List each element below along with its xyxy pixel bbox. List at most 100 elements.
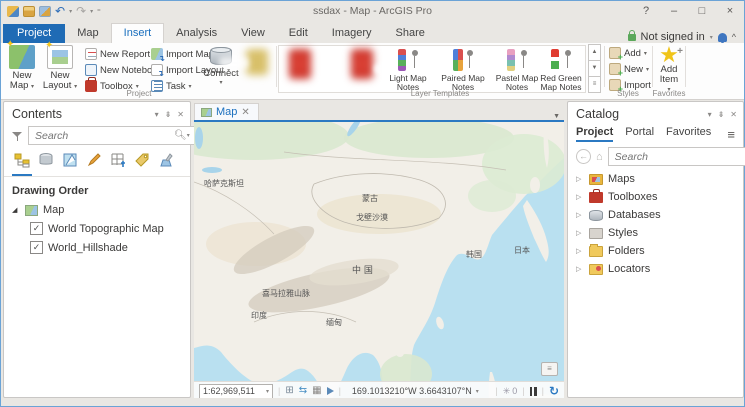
undo-caret-icon[interactable]: ▾ — [69, 8, 72, 15]
catalog-item-folders[interactable]: ▷ Folders — [568, 242, 743, 260]
group-label-layer-templates: Layer Templates — [278, 89, 602, 98]
styles-add-button[interactable]: Add▾ — [609, 47, 647, 59]
catalog-tab-portal[interactable]: Portal — [625, 126, 654, 142]
close-tab-icon[interactable]: ✕ — [241, 107, 249, 118]
pin-icon[interactable]: ⇟ — [165, 110, 172, 119]
layer-checkbox[interactable]: ✓ — [30, 241, 43, 254]
map-view-tab[interactable]: Map ✕ — [194, 103, 259, 120]
catalog-item-locators[interactable]: ▷ Locators — [568, 260, 743, 278]
close-pane-icon[interactable]: ✕ — [177, 110, 184, 119]
expander-icon[interactable]: ▷ — [576, 175, 584, 183]
fixed-zoom-icon[interactable]: ⇆ — [299, 385, 307, 397]
back-icon[interactable]: ← — [576, 149, 591, 164]
catalog-item-maps[interactable]: ▷ Maps — [568, 170, 743, 188]
tab-analysis[interactable]: Analysis — [164, 24, 229, 43]
notifications-icon[interactable] — [718, 33, 727, 42]
maps-icon — [589, 174, 603, 185]
tab-insert[interactable]: Insert — [111, 23, 165, 43]
view-list-caret-icon[interactable]: ▼ — [553, 113, 564, 120]
tab-view[interactable]: View — [229, 24, 277, 43]
new-map-view-icon[interactable]: ⊞ — [285, 385, 293, 397]
redo-button[interactable]: ↷ — [76, 6, 86, 16]
ribbon-tab-bar: Project Map Insert Analysis View Edit Im… — [1, 21, 744, 43]
coords-caret-icon: ▾ — [476, 388, 479, 395]
attribution-icon[interactable]: ≡ — [541, 362, 558, 376]
busy-icon: ✳ — [503, 386, 511, 397]
pause-drawing-icon[interactable] — [530, 387, 537, 396]
add-item-button[interactable]: ★ Add Item ▾ — [653, 45, 685, 95]
help-button[interactable]: ? — [632, 1, 660, 21]
scale-dropdown[interactable]: 1:62,969,511 ▾ — [199, 384, 273, 399]
new-report-icon — [85, 48, 97, 60]
close-pane-icon[interactable]: ✕ — [730, 110, 737, 119]
catalog-item-databases[interactable]: ▷ Databases — [568, 206, 743, 224]
list-by-selection-icon[interactable] — [60, 151, 80, 176]
catalog-tab-favorites[interactable]: Favorites — [666, 126, 711, 142]
expander-icon[interactable]: ▷ — [576, 229, 584, 237]
pane-menu-icon[interactable]: ▾ — [708, 110, 712, 119]
light-map-notes-button[interactable]: Light Map Notes — [382, 48, 434, 92]
undo-button[interactable]: ↶ — [55, 6, 65, 16]
layer-label: World Topographic Map — [48, 223, 164, 235]
expander-icon[interactable]: ▷ — [576, 265, 584, 273]
map-canvas[interactable]: 哈萨克斯坦 蒙古 戈壁沙漠 中 国 喜马拉雅山脉 印度 缅甸 韩国 日本 ≡ 1… — [194, 122, 564, 400]
red-green-map-notes-button[interactable]: Red Green Map Notes — [535, 48, 587, 92]
map-label: 蒙古 — [362, 193, 378, 204]
styles-new-button[interactable]: New▾ — [609, 63, 649, 75]
tree-item-map[interactable]: ◢ Map — [4, 201, 190, 219]
flash-navigate-icon[interactable] — [327, 387, 334, 395]
map-item-icon — [25, 205, 38, 216]
tab-edit[interactable]: Edit — [277, 24, 320, 43]
expander-icon[interactable]: ▷ — [576, 193, 584, 201]
collapse-ribbon-icon[interactable]: ^ — [732, 32, 736, 42]
search-icon[interactable]: 🔍︎ — [174, 130, 187, 141]
gallery-scroll-up-icon[interactable]: ▲ — [588, 44, 601, 61]
tab-imagery[interactable]: Imagery — [320, 24, 384, 43]
expander-icon[interactable]: ◢ — [12, 206, 20, 214]
refresh-icon[interactable]: ↻ — [549, 384, 559, 398]
tree-item-layer[interactable]: ✓ World Topographic Map — [4, 219, 190, 238]
filter-icon[interactable] — [12, 131, 23, 141]
list-by-drawing-order-icon[interactable] — [12, 151, 32, 176]
maximize-button[interactable]: □ — [688, 1, 716, 21]
new-layout-button[interactable]: New Layout ▾ — [41, 45, 79, 92]
sign-in-caret-icon[interactable]: ▾ — [710, 34, 713, 41]
list-by-snapping-icon[interactable] — [108, 151, 128, 176]
list-by-labeling-icon[interactable] — [132, 151, 152, 176]
save-icon[interactable] — [39, 6, 51, 17]
new-report-button[interactable]: New Report▾ — [85, 48, 156, 60]
expander-icon[interactable]: ▷ — [576, 211, 584, 219]
layer-checkbox[interactable]: ✓ — [30, 222, 43, 235]
list-by-data-source-icon[interactable] — [36, 151, 56, 176]
contents-search-input[interactable] — [33, 129, 174, 143]
coordinate-display[interactable]: 169.1013210°W 3.6643107°N ▾ — [352, 386, 479, 396]
paired-map-notes-button[interactable]: Paired Map Notes — [437, 48, 489, 92]
tab-share[interactable]: Share — [384, 24, 437, 43]
pane-menu-icon[interactable]: ▾ — [155, 110, 159, 119]
catalog-item-toolboxes[interactable]: ▷ Toolboxes — [568, 188, 743, 206]
home-icon[interactable]: ⌂ — [596, 151, 603, 163]
new-map-button[interactable]: New Map ▾ — [3, 45, 41, 92]
map-label: 印度 — [251, 310, 267, 321]
expander-icon[interactable]: ▷ — [576, 247, 584, 255]
new-map-icon — [9, 45, 35, 69]
save-project-icon[interactable] — [7, 6, 19, 17]
grid-icon[interactable]: ▦ — [312, 385, 321, 397]
tab-map[interactable]: Map — [65, 24, 110, 43]
list-by-perspective-icon[interactable] — [156, 151, 176, 176]
minimize-button[interactable]: – — [660, 1, 688, 21]
catalog-tab-project[interactable]: Project — [576, 126, 613, 142]
tree-item-layer[interactable]: ✓ World_Hillshade — [4, 238, 190, 257]
customize-qat-icon[interactable]: = — [97, 8, 101, 14]
close-button[interactable]: × — [716, 1, 744, 21]
pin-icon[interactable]: ⇟ — [718, 110, 725, 119]
menu-icon[interactable]: ≡ — [727, 127, 735, 142]
catalog-item-styles[interactable]: ▷ Styles — [568, 224, 743, 242]
gallery-scroll-down-icon[interactable]: ▼ — [588, 60, 601, 77]
quick-access-toolbar: ↶ ▾ ↷ ▾ = — [1, 6, 101, 17]
catalog-search-input[interactable] — [613, 150, 745, 164]
open-project-icon[interactable] — [23, 6, 35, 17]
redo-caret-icon[interactable]: ▾ — [90, 8, 93, 15]
list-by-editing-icon[interactable] — [84, 151, 104, 176]
selection-count[interactable]: ✳ 0 — [503, 386, 518, 397]
